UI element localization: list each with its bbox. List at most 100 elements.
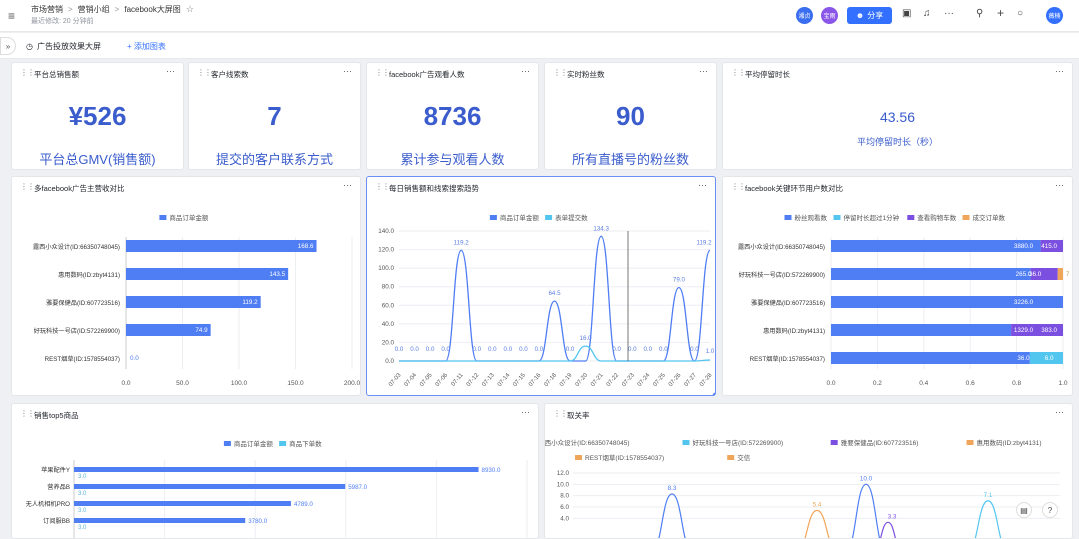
kpi-card[interactable]: ⋮⋮ 客户线索数 ··· 7 提交的客户联系方式	[188, 62, 361, 170]
drag-handle-icon[interactable]: ⋮⋮	[553, 68, 568, 77]
y-tick-label: 营养品B	[47, 483, 70, 491]
clock-icon: ◷	[26, 42, 33, 51]
breadcrumb: 市场营销 > 营销小组 > facebook大屏图 ☆	[31, 4, 194, 15]
kpi-caption: 所有直播号的粉丝数	[571, 152, 689, 167]
menu-icon[interactable]: ≡	[8, 9, 15, 23]
legend-label: 商品订单金额	[500, 213, 540, 222]
x-tick-label: 0.0	[121, 380, 130, 387]
drag-handle-icon[interactable]: ⋮⋮	[731, 182, 746, 191]
legend-swatch	[784, 215, 792, 220]
more-icon[interactable]: ···	[343, 180, 352, 190]
data-label: 383.0	[1041, 327, 1057, 334]
x-tick-label: 07-23	[621, 372, 636, 388]
more-icon[interactable]: ···	[343, 66, 352, 76]
help-icon[interactable]: ?	[1042, 502, 1058, 518]
legend-label: 表单提交数	[555, 213, 588, 222]
more-icon[interactable]: ···	[521, 407, 530, 417]
bar	[126, 268, 289, 280]
chart-funnel: 粉丝观看数 停留时长超过1分钟 查看购物车数 成交订单数 0.0 0.2 0.4 0.6 0.8…	[738, 213, 1070, 387]
data-label: 3226.0	[1014, 299, 1034, 306]
kpi-value: 7	[267, 101, 282, 131]
card-title: 多facebook广告主营收对比	[34, 184, 125, 193]
drag-handle-icon[interactable]: ⋮⋮	[553, 409, 568, 418]
kpi-card[interactable]: ⋮⋮ facebook广告观看人数 ··· 8736 累计参与观看人数	[366, 62, 539, 170]
y-tick-label: 露西小众设计(ID:66350748045)	[33, 243, 120, 251]
user-avatar[interactable]: 薇楠	[1046, 7, 1063, 24]
x-tick-label: 07-26	[668, 372, 683, 388]
chart-card-funnel[interactable]: ⋮⋮ facebook关键环节用户数对比 ··· 粉丝观看数 停留时长超过1分钟 查看购…	[722, 176, 1073, 396]
more-icon[interactable]: ···	[1055, 407, 1064, 417]
y-tick-label: 140.0	[378, 228, 394, 235]
data-label: 8.3	[668, 485, 677, 492]
more-icon[interactable]: ···	[1055, 180, 1064, 190]
kpi-value: 8736	[423, 101, 482, 131]
legend-label: 惠用数码(ID:zbyt4131)	[977, 438, 1042, 447]
series-line	[658, 493, 686, 538]
y-tick-label: 苹果配件Y	[41, 466, 70, 474]
legend-label: 粉丝观看数	[795, 213, 828, 222]
chart-card-daily-trend[interactable]: ⋮⋮ 每日销售额和线索搜索趋势 ··· 商品订单金额 表单提交数 0.0 20.0 40.0…	[366, 176, 716, 396]
data-label: 0.0	[659, 346, 668, 353]
legend-swatch	[489, 215, 497, 220]
chart-card-ad-revenue[interactable]: ⋮⋮ 多facebook广告主营收对比 ··· 商品订单金额 0.0 50.0 100.0…	[11, 176, 361, 396]
legend-swatch	[159, 215, 167, 220]
bar-segment	[1057, 268, 1063, 280]
more-icon[interactable]: ···	[698, 180, 707, 190]
x-tick-label: 07-05	[419, 372, 434, 388]
star-icon[interactable]: ☆	[186, 4, 194, 15]
data-label: 3.0	[78, 474, 87, 480]
bar-segment	[831, 268, 1031, 280]
data-label: 5.4	[813, 501, 822, 508]
share-label: 分享	[867, 11, 884, 20]
x-tick-label: 150.0	[287, 380, 304, 387]
y-tick-label: 40.0	[382, 321, 395, 328]
drag-handle-icon[interactable]: ⋮⋮	[20, 68, 35, 77]
y-tick-label: 6.0	[560, 504, 569, 511]
legend-label: 商品订单金额	[169, 213, 209, 222]
robot-icon[interactable]: ▣	[902, 8, 911, 19]
x-tick-label: 07-18	[544, 372, 559, 388]
breadcrumb-item[interactable]: 营销小组	[78, 4, 110, 15]
chart-card-unfollow[interactable]: ⋮⋮ 取关率 ··· 露西小众设计(ID:66350748045) 好玩科技一号店(I…	[544, 403, 1073, 539]
more-icon[interactable]: ···	[1055, 66, 1064, 76]
card-title: 平台总销售额	[34, 70, 79, 79]
bulb-icon[interactable]: ○	[1017, 8, 1023, 19]
kpi-card[interactable]: ⋮⋮ 实时粉丝数 ··· 90 所有直播号的粉丝数	[544, 62, 717, 170]
kpi-card[interactable]: ⋮⋮ 平台总销售额 ··· ¥526 平台总GMV(销售额)	[11, 62, 184, 170]
legend-label: REST烟草(ID:1578554037)	[585, 453, 664, 462]
data-label: 0.0	[643, 346, 652, 353]
drag-handle-icon[interactable]: ⋮⋮	[197, 68, 212, 77]
bar	[126, 296, 261, 308]
legend-label: 交信	[737, 453, 751, 462]
tab-dashboard[interactable]: ◷ 广告投放效果大屏	[26, 41, 101, 52]
doc-icon[interactable]: ▤	[1016, 502, 1032, 518]
more-icon[interactable]: ···	[166, 66, 175, 76]
drag-handle-icon[interactable]: ⋮⋮	[375, 182, 390, 191]
plus-icon[interactable]: +	[997, 6, 1004, 20]
bell-icon[interactable]: ♫	[923, 8, 931, 19]
avatar[interactable]: 湘贞	[796, 7, 813, 24]
data-label: 119.2	[696, 239, 712, 246]
card-title: 客户线索数	[211, 70, 249, 79]
x-tick-label: 200.0	[344, 380, 361, 387]
avatar[interactable]: 宝雨	[821, 7, 838, 24]
share-button[interactable]: ☻ 分享	[847, 7, 892, 24]
drag-handle-icon[interactable]: ⋮⋮	[20, 182, 35, 191]
x-tick-label: 07-13	[481, 372, 496, 388]
more-icon[interactable]: ···	[699, 66, 708, 76]
kpi-card[interactable]: ⋮⋮ 平均停留时长 ··· 43.56 平均停留时长（秒）	[722, 62, 1073, 170]
add-chart-button[interactable]: + 添加图表	[127, 41, 166, 52]
drag-handle-icon[interactable]: ⋮⋮	[731, 68, 746, 77]
chart-card-top5[interactable]: ⋮⋮ 销售top5商品 ··· 商品订单金额 商品下单数 苹果配件Y 8930.0 3.0 营…	[11, 403, 539, 539]
x-tick-label: 07-04	[404, 372, 419, 388]
breadcrumb-item[interactable]: 市场营销	[31, 4, 63, 15]
drag-handle-icon[interactable]: ⋮⋮	[20, 409, 35, 418]
bar	[74, 467, 479, 472]
drag-handle-icon[interactable]: ⋮⋮	[375, 68, 390, 77]
search-icon[interactable]: ⚲	[976, 8, 983, 19]
data-label: 7.1	[984, 492, 993, 499]
x-tick-label: 0.4	[919, 380, 928, 387]
more-icon[interactable]: ···	[521, 66, 530, 76]
legend-swatch	[966, 440, 974, 445]
more-icon[interactable]: ···	[944, 8, 954, 19]
